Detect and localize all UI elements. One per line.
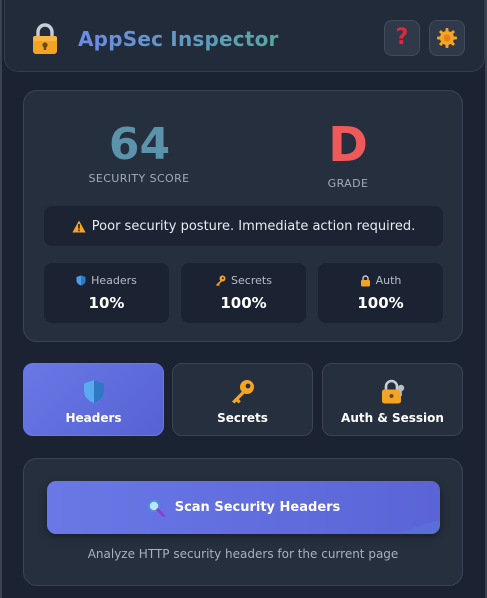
key-icon [231, 380, 254, 404]
scan-button-label: Scan Security Headers [174, 500, 341, 515]
score-card: 64 SECURITY SCORE D GRADE Poor security … [23, 90, 463, 342]
shield-icon [76, 275, 86, 286]
metric-headers: Headers 10% [44, 263, 169, 323]
security-score-label: SECURITY SCORE [88, 172, 190, 185]
scan-hint: Analyze HTTP security headers for the cu… [87, 547, 399, 561]
tab-label: Headers [65, 411, 122, 425]
tab-headers[interactable]: Headers [23, 363, 164, 436]
settings-button[interactable] [429, 20, 465, 56]
metric-label: Headers [91, 274, 137, 287]
alert-banner: Poor security posture. Immediate action … [44, 206, 443, 246]
grade-value: D [328, 117, 368, 173]
alert-text: Poor security posture. Immediate action … [91, 218, 416, 234]
help-button[interactable]: ? [384, 20, 420, 56]
settings-icon [437, 28, 457, 48]
shield-icon [83, 380, 104, 403]
app-title: AppSec Inspector [78, 27, 279, 51]
scan-security-headers-button[interactable]: Scan Security Headers [47, 481, 440, 534]
metric-value: 10% [88, 294, 125, 312]
scan-panel: Scan Security Headers Analyze HTTP secur… [23, 458, 463, 586]
app-header: AppSec Inspector ? [4, 0, 485, 72]
lock-icon [360, 274, 370, 286]
warning-icon [72, 220, 86, 232]
search-icon [147, 499, 165, 517]
grade-label: GRADE [327, 177, 369, 190]
metric-label: Auth [375, 274, 402, 287]
help-icon: ? [395, 25, 409, 50]
tab-secrets[interactable]: Secrets [172, 363, 313, 436]
metric-secrets: Secrets 100% [181, 263, 306, 323]
tab-auth-session[interactable]: Auth & Session [322, 363, 463, 436]
security-score-value: 64 [108, 119, 171, 170]
tab-label: Secrets [217, 411, 268, 425]
lock-icon [381, 379, 404, 404]
lock-icon [33, 23, 57, 54]
metric-auth: Auth 100% [318, 263, 443, 323]
extension-popup: AppSec Inspector ? 64 SECURITY SCORE D G… [0, 0, 487, 598]
key-icon [216, 275, 226, 286]
metric-value: 100% [357, 294, 404, 312]
metric-label: Secrets [231, 274, 272, 287]
tab-label: Auth & Session [341, 411, 444, 425]
metric-value: 100% [220, 294, 267, 312]
